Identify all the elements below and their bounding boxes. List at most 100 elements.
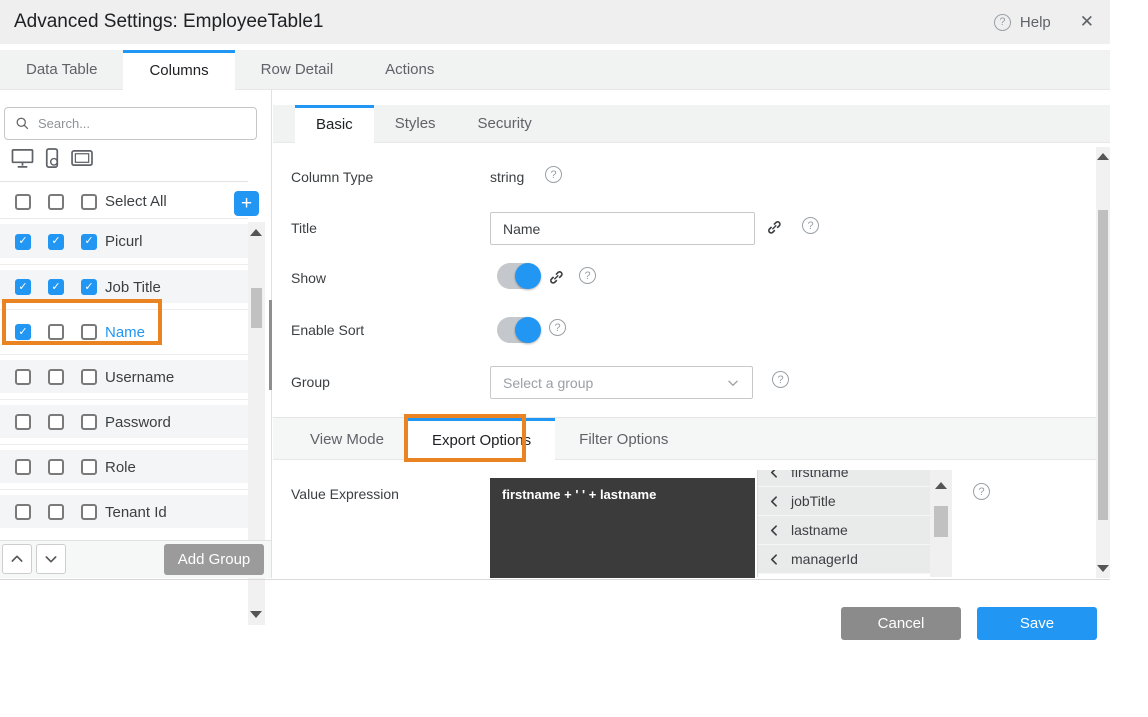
save-button[interactable]: Save [977,607,1097,640]
unchecked-checkbox[interactable] [48,369,64,385]
add-group-button[interactable]: Add Group [164,544,264,575]
enable-sort-toggle[interactable] [497,317,540,343]
unchecked-checkbox[interactable] [81,324,97,340]
unchecked-checkbox[interactable] [48,194,64,210]
unchecked-checkbox[interactable] [48,459,64,475]
scrollbar-thumb[interactable] [934,506,948,537]
subtab-view-mode[interactable]: View Mode [286,418,408,459]
search-box[interactable] [4,107,257,140]
group-select[interactable]: Select a group [490,366,753,399]
column-label: Job Title [105,279,161,296]
tab-row-detail[interactable]: Row Detail [235,50,360,89]
checked-checkbox[interactable] [81,234,97,250]
column-row-role[interactable]: Role [0,444,248,489]
column-row-password[interactable]: Password [0,399,248,444]
title-input[interactable] [490,212,755,245]
value-expression-help-icon[interactable] [973,483,990,500]
unchecked-checkbox[interactable] [81,369,97,385]
unchecked-checkbox[interactable] [15,504,31,520]
mobile-icon[interactable] [45,148,60,169]
checked-checkbox[interactable] [15,279,31,295]
link-icon[interactable] [763,216,785,238]
checked-checkbox[interactable] [15,324,31,340]
scroll-up-arrow-icon[interactable] [1097,153,1109,160]
value-expression-editor[interactable]: firstname + ' ' + lastname [490,478,755,578]
column-label: Picurl [105,233,143,250]
unchecked-checkbox[interactable] [48,414,64,430]
column-label: Username [105,369,174,386]
panel-scrollbar-thumb[interactable] [269,300,272,390]
unchecked-checkbox[interactable] [48,504,64,520]
link-icon[interactable] [545,266,567,288]
group-select-placeholder: Select a group [503,375,726,391]
field-item-lastname[interactable]: lastname [758,516,930,545]
field-item-firstname[interactable]: firstname [758,470,930,487]
unchecked-checkbox[interactable] [15,369,31,385]
chevron-left-icon [768,470,781,479]
desktop-icon[interactable] [11,148,34,169]
unchecked-checkbox[interactable] [15,194,31,210]
column-row-job-title[interactable]: Job Title [0,264,248,309]
move-down-button[interactable] [36,544,66,574]
field-list-scrollbar[interactable] [930,470,952,577]
enable-sort-help-icon[interactable] [549,319,566,336]
scrollbar-thumb[interactable] [1098,210,1108,520]
column-row-name[interactable]: Name [0,309,248,354]
show-toggle[interactable] [497,263,540,289]
search-input[interactable] [38,116,218,131]
group-help-icon[interactable] [772,371,789,388]
panel-tab-basic[interactable]: Basic [295,105,374,143]
panel-tab-styles[interactable]: Styles [374,105,457,142]
unchecked-checkbox[interactable] [81,414,97,430]
unchecked-checkbox[interactable] [15,459,31,475]
title-help-icon[interactable] [802,217,819,234]
tab-columns[interactable]: Columns [123,50,234,90]
checked-checkbox[interactable] [48,279,64,295]
unchecked-checkbox[interactable] [81,504,97,520]
unchecked-checkbox[interactable] [81,194,97,210]
field-item-jobtitle[interactable]: jobTitle [758,487,930,516]
toggle-knob [515,317,541,343]
show-help-icon[interactable] [579,267,596,284]
column-row-tenant-id[interactable]: Tenant Id [0,489,248,534]
move-up-button[interactable] [2,544,32,574]
scrollbar-thumb[interactable] [251,288,262,328]
checked-checkbox[interactable] [48,234,64,250]
tab-actions[interactable]: Actions [359,50,460,89]
add-column-button[interactable]: + [234,191,259,216]
checked-checkbox[interactable] [81,279,97,295]
tab-data-table[interactable]: Data Table [0,50,123,89]
value-expression-label: Value Expression [291,486,399,502]
help-icon[interactable] [994,14,1011,31]
advanced-settings-dialog: Advanced Settings: EmployeeTable1 Help ✕… [0,0,1148,717]
scroll-up-arrow-icon[interactable] [250,229,262,236]
cancel-button[interactable]: Cancel [841,607,961,640]
close-icon[interactable]: ✕ [1080,12,1094,32]
scroll-down-arrow-icon[interactable] [1097,565,1109,572]
subtab-filter-options[interactable]: Filter Options [555,418,692,459]
field-list: firstname jobTitle lastnamemanagerId [757,470,930,577]
checked-checkbox[interactable] [15,234,31,250]
column-row-picurl[interactable]: Picurl [0,219,248,264]
chevron-left-icon [768,524,781,537]
field-item-label: firstname [791,470,849,480]
scroll-down-arrow-icon[interactable] [250,611,262,618]
help-button[interactable]: Help [1020,14,1051,31]
scroll-up-arrow-icon[interactable] [935,482,947,489]
field-list-rows: firstname jobTitle lastnamemanagerId [758,470,930,574]
column-row-username[interactable]: Username [0,354,248,399]
enable-sort-label: Enable Sort [291,322,364,338]
unchecked-checkbox[interactable] [81,459,97,475]
field-item-label: jobTitle [791,493,836,509]
column-type-help-icon[interactable] [545,166,562,183]
tablet-icon[interactable] [71,149,94,168]
column-type-label: Column Type [291,169,373,185]
unchecked-checkbox[interactable] [15,414,31,430]
device-toggle-group [11,148,94,169]
panel-scrollbar[interactable] [1096,147,1110,578]
panel-tab-security[interactable]: Security [457,105,553,142]
field-item-managerid[interactable]: managerId [758,545,930,574]
unchecked-checkbox[interactable] [48,324,64,340]
subtab-export-options[interactable]: Export Options [408,418,555,460]
show-label: Show [291,270,326,286]
